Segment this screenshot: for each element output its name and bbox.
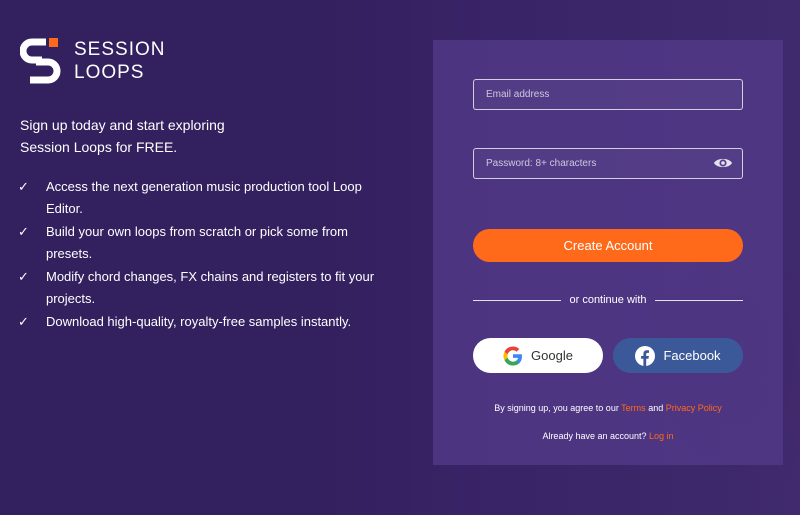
terms-text: By signing up, you agree to our Terms an… bbox=[433, 403, 783, 413]
feature-item: ✓ Access the next generation music produ… bbox=[18, 176, 390, 220]
password-field[interactable] bbox=[474, 149, 742, 178]
feature-item: ✓ Download high-quality, royalty-free sa… bbox=[18, 311, 390, 333]
facebook-button[interactable]: Facebook bbox=[613, 338, 743, 373]
email-field-wrapper bbox=[473, 79, 743, 110]
terms-prefix: By signing up, you agree to our bbox=[494, 403, 619, 413]
terms-link[interactable]: Terms bbox=[621, 403, 646, 413]
brand-line-2: LOOPS bbox=[74, 62, 145, 83]
intro-text: Sign up today and start exploring Sessio… bbox=[20, 114, 320, 158]
intro-line-1: Sign up today and start exploring bbox=[20, 117, 225, 133]
email-field[interactable] bbox=[474, 80, 742, 109]
google-button[interactable]: Google bbox=[473, 338, 603, 373]
signup-panel: Create Account or continue with Google F… bbox=[433, 40, 783, 465]
feature-text: Download high-quality, royalty-free samp… bbox=[46, 314, 352, 329]
brand-name: SESSION LOOPS bbox=[74, 38, 165, 84]
session-loops-logo-icon bbox=[20, 38, 61, 84]
brand-line-1: SESSION bbox=[74, 39, 166, 60]
divider-line bbox=[473, 299, 562, 301]
feature-item: ✓ Modify chord changes, FX chains and re… bbox=[18, 266, 390, 310]
create-account-button[interactable]: Create Account bbox=[473, 229, 743, 262]
brand-logo[interactable]: SESSION LOOPS bbox=[20, 38, 165, 84]
privacy-policy-link[interactable]: Privacy Policy bbox=[666, 403, 722, 413]
login-prompt: Already have an account? Log in bbox=[433, 431, 783, 441]
divider: or continue with bbox=[473, 294, 744, 306]
feature-list: ✓ Access the next generation music produ… bbox=[18, 176, 390, 334]
facebook-icon bbox=[635, 345, 656, 366]
feature-text: Modify chord changes, FX chains and regi… bbox=[46, 269, 375, 306]
check-icon: ✓ bbox=[18, 179, 29, 194]
google-label: Google bbox=[531, 348, 573, 363]
divider-text: or continue with bbox=[569, 294, 647, 306]
terms-and: and bbox=[648, 403, 664, 413]
check-icon: ✓ bbox=[18, 269, 29, 284]
check-icon: ✓ bbox=[18, 314, 29, 329]
feature-text: Build your own loops from scratch or pic… bbox=[46, 224, 348, 261]
facebook-label: Facebook bbox=[663, 348, 721, 363]
eye-icon[interactable] bbox=[713, 156, 733, 170]
divider-line bbox=[654, 299, 744, 301]
google-icon bbox=[503, 345, 523, 366]
feature-text: Access the next generation music product… bbox=[46, 179, 362, 216]
feature-item: ✓ Build your own loops from scratch or p… bbox=[18, 221, 390, 265]
password-field-wrapper bbox=[473, 148, 743, 179]
login-prefix: Already have an account? bbox=[542, 431, 647, 441]
intro-line-2: Session Loops for FREE. bbox=[20, 139, 178, 155]
login-link[interactable]: Log in bbox=[649, 431, 674, 441]
check-icon: ✓ bbox=[18, 224, 29, 239]
